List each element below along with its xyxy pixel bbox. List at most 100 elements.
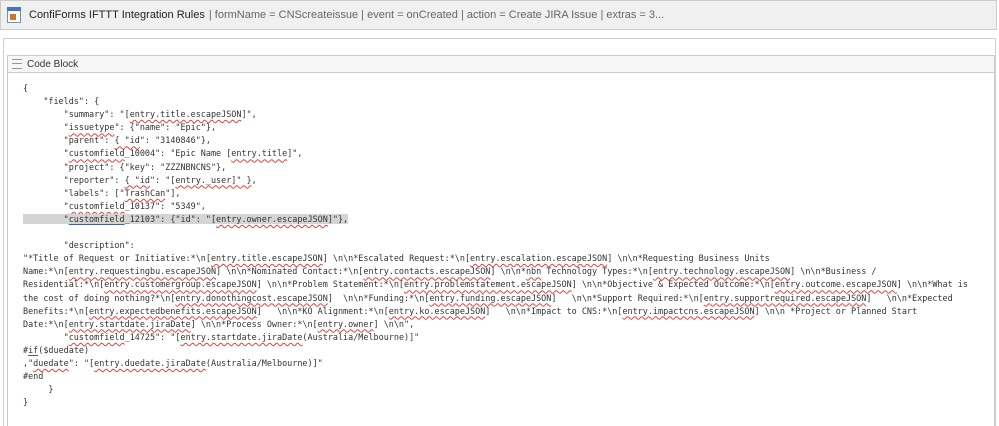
code-line: "reporter": { "id": "[entry._user]" }, bbox=[23, 174, 983, 187]
code-token: " bbox=[23, 331, 69, 342]
code-token: ": "[ bbox=[150, 174, 176, 185]
code-token: ] \n\n*Requesting Business Units bbox=[607, 253, 770, 264]
code-line: "description": bbox=[23, 239, 983, 252]
code-line: Benefits:*\n[entry.expectedbenefits.esca… bbox=[23, 305, 983, 318]
code-token: "summary": "[ bbox=[23, 109, 130, 120]
code-token: " bbox=[23, 122, 69, 133]
code-line: "*Title of Request or Initiative:*\n[ent… bbox=[23, 252, 983, 265]
code-token: entry.requestingbu.escapeJSON bbox=[68, 266, 217, 277]
code-line: "issuetype": {"name": "Epic"}, bbox=[23, 121, 983, 134]
code-token: { "id bbox=[124, 174, 151, 185]
code-token: entry.customergroup.escapeJSON bbox=[104, 279, 257, 290]
code-token: "description": bbox=[23, 240, 135, 251]
code-token: ] \n\n*Business / bbox=[790, 266, 877, 277]
code-token: , bbox=[251, 174, 257, 185]
code-token: customfield bbox=[68, 213, 125, 224]
code-token: issuetype bbox=[68, 122, 115, 133]
code-token: entry.startdate.jiraDate bbox=[68, 318, 191, 329]
code-token: customfield bbox=[68, 200, 125, 211]
code-token: (Australia/Melbourne)]" bbox=[302, 331, 420, 342]
code-line: "customfield_10004": "Epic Name [entry.t… bbox=[23, 147, 983, 160]
code-token: entry.title bbox=[231, 148, 288, 159]
code-token: ]", bbox=[241, 109, 257, 120]
code-token: Technology Types:*\n[ bbox=[541, 266, 653, 277]
confiforms-macro-header[interactable]: ConfiForms IFTTT Integration Rules | for… bbox=[0, 0, 997, 30]
code-token: ": "3140846"}, bbox=[139, 135, 211, 146]
code-token: "reporter": bbox=[23, 174, 125, 185]
code-token: ]", bbox=[287, 148, 303, 159]
code-token: entry.technology.escapeJSON bbox=[652, 266, 791, 277]
code-line: "parent": { "id": "3140846"}, bbox=[23, 134, 983, 147]
code-line: Date:*\n[entry.startdate.jiraDate] \n\n*… bbox=[23, 318, 983, 331]
code-token: { bbox=[23, 83, 29, 93]
code-line: } bbox=[23, 396, 983, 409]
code-token: entry.owner.escapeJSON bbox=[216, 213, 328, 224]
code-token: } bbox=[23, 397, 29, 408]
code-content[interactable]: { "fields": { "summary": "[entry.title.e… bbox=[23, 82, 983, 409]
code-line: } bbox=[23, 383, 983, 396]
code-token: { "id bbox=[114, 135, 140, 146]
code-line: { bbox=[23, 82, 983, 95]
code-token: entry.impactcns.escapeJSON bbox=[622, 305, 755, 316]
code-token: _10004": "Epic Name [ bbox=[124, 148, 232, 159]
code-token: " bbox=[23, 200, 69, 211]
code-token: ] \n\n*Process Owner:*\n[ bbox=[190, 318, 318, 329]
code-token: entry.funding.escapeJSON bbox=[429, 292, 552, 303]
code-token: ] \n\n*Funding:*\n[ bbox=[327, 292, 430, 303]
code-line: "labels": ["TrashCan"], bbox=[23, 187, 983, 200]
code-token: entry.owner bbox=[317, 318, 374, 329]
code-token: duedate bbox=[33, 357, 69, 368]
code-line: ,"duedate": "[entry.duedate.jiraDate(Aus… bbox=[23, 357, 983, 370]
code-token: TrashCan bbox=[124, 187, 166, 198]
code-token: entry.supportrequired.escapeJSON bbox=[703, 292, 867, 303]
code-token: the cost of doing nothing?*\n[ bbox=[23, 292, 176, 303]
code-token: ," bbox=[23, 357, 34, 368]
code-token: ] \n\n*Expected bbox=[866, 292, 953, 303]
code-token: entry.expectedbenefits.escapeJSON bbox=[89, 305, 257, 316]
code-token: ] \n\n", bbox=[373, 318, 415, 329]
code-token: _10137": "5349", bbox=[124, 200, 206, 211]
code-token: "project": {"key": "ZZZNBNCNS"}, bbox=[23, 161, 227, 172]
confiforms-icon bbox=[7, 7, 21, 23]
code-line: #end bbox=[23, 370, 983, 383]
code-token: entry.donothingcost.escapeJSON bbox=[175, 292, 328, 303]
code-token: "], bbox=[165, 187, 181, 198]
macro-title: ConfiForms IFTTT Integration Rules bbox=[29, 9, 205, 21]
code-line: Residential:*\n[entry.customergroup.esca… bbox=[23, 278, 983, 291]
code-token: nbn bbox=[525, 266, 542, 277]
code-token: " bbox=[23, 213, 69, 224]
code-line: #if($duedate) bbox=[23, 344, 983, 357]
code-token: #end bbox=[23, 371, 44, 382]
code-block-header[interactable]: Code Block bbox=[7, 55, 995, 73]
code-token: " bbox=[23, 148, 69, 159]
code-token: ] \n\n*Support Required:*\n[ bbox=[551, 292, 704, 303]
code-token: "*Title of Request or Initiative:*\n[ bbox=[23, 253, 211, 264]
code-token: entry._user]" } bbox=[175, 174, 252, 185]
code-token: ($duedate) bbox=[38, 344, 90, 355]
code-token: "labels": [" bbox=[23, 187, 125, 198]
code-token: ] \n\n*Impact to CNS:*\n[ bbox=[485, 305, 623, 316]
code-token: entry.title.escapeJSON bbox=[129, 109, 242, 120]
code-token: entry.ko.escapeJSON bbox=[388, 305, 486, 316]
code-token: ": "[ bbox=[68, 357, 95, 368]
code-line: "summary": "[entry.title.escapeJSON]", bbox=[23, 108, 983, 121]
code-token: entry.title.escapeJSON bbox=[210, 253, 323, 264]
code-token: ] \n\n*Objective & Expected Outcome:*\n[ bbox=[571, 279, 775, 290]
code-token: } bbox=[23, 384, 54, 395]
code-token: Date:*\n[ bbox=[23, 318, 69, 329]
code-line: the cost of doing nothing?*\n[entry.dono… bbox=[23, 292, 983, 305]
code-line: "fields": { bbox=[23, 95, 983, 108]
code-token: ] \n\n*Nominated Contact:*\n[ bbox=[216, 266, 364, 277]
code-line: "project": {"key": "ZZZNBNCNS"}, bbox=[23, 161, 983, 174]
code-token: ] \n\n*What is bbox=[896, 279, 968, 290]
code-token: Benefits:*\n[ bbox=[23, 305, 90, 316]
code-token: entry.contacts.escapeJSON bbox=[363, 266, 491, 277]
code-line: "customfield_14725": "[entry.startdate.j… bbox=[23, 331, 983, 344]
macro-params: | formName = CNScreateissue | event = on… bbox=[208, 9, 665, 21]
code-block-title: Code Block bbox=[27, 58, 79, 70]
code-token: entry.startdate.jiraDate bbox=[180, 331, 303, 342]
code-token: if bbox=[28, 344, 39, 355]
code-token: customfield bbox=[68, 148, 125, 159]
code-token: Residential:*\n[ bbox=[23, 279, 105, 290]
